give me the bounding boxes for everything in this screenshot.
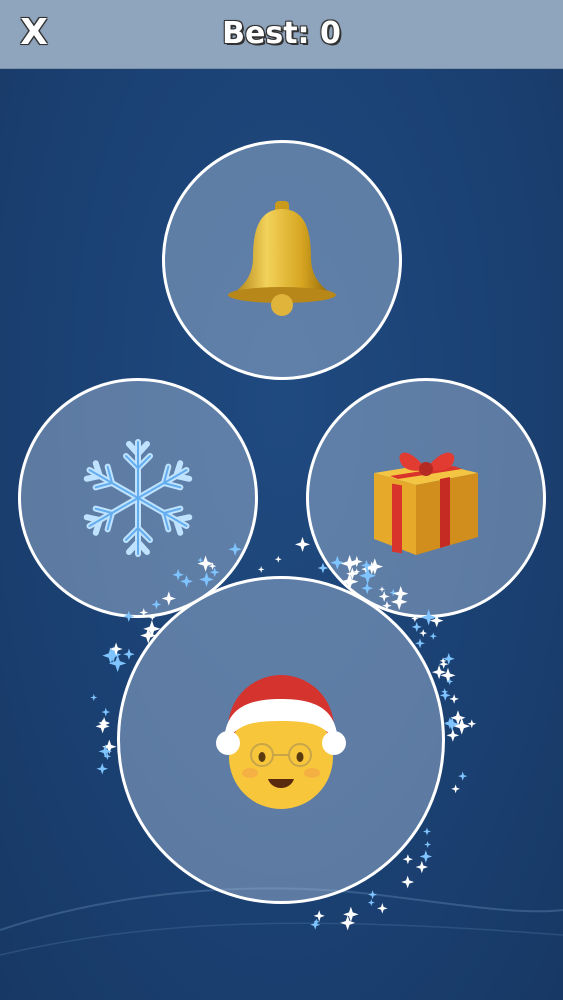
sparkle [458, 771, 468, 781]
sparkle [98, 717, 110, 729]
snowflake-icon [73, 439, 203, 563]
sparkle [90, 694, 98, 702]
best-score: Best: 0 [222, 16, 341, 51]
sparkle [98, 744, 112, 759]
gift-icon [374, 452, 478, 555]
sparkle [109, 642, 123, 656]
sparkle [467, 719, 477, 729]
sparkle [446, 678, 454, 686]
snowflake-bubble[interactable] [18, 378, 258, 618]
sparkle [442, 652, 455, 665]
sparkle [438, 659, 449, 669]
bell-icon [228, 201, 336, 316]
sparkle [451, 784, 461, 794]
sparkle [439, 657, 447, 665]
sparkle [294, 536, 311, 552]
sparkle [431, 665, 447, 680]
sparkle [102, 647, 120, 664]
sparkle [123, 648, 135, 660]
sparkle [101, 707, 111, 717]
sparkle [105, 646, 122, 663]
gift-bubble[interactable] [306, 378, 546, 618]
sparkle [422, 827, 431, 836]
sparkle [443, 717, 456, 730]
sparkle [449, 694, 459, 704]
sparkle [441, 688, 449, 696]
sparkle [439, 689, 451, 701]
sparkle [274, 555, 282, 563]
top-bar: X Best: 0 [0, 0, 563, 69]
sparkle [103, 752, 112, 761]
sparkle [450, 710, 466, 726]
sparkle [108, 654, 127, 673]
sparkle [257, 566, 265, 573]
sparkle [419, 629, 428, 638]
sparkle [144, 630, 152, 638]
sparkle [424, 841, 432, 849]
sparkle [440, 667, 456, 683]
sparkle [453, 717, 471, 735]
mrs-claus-bubble[interactable] [117, 576, 445, 904]
mrs-claus-icon [216, 675, 346, 809]
sparkle [96, 763, 109, 775]
bell-bubble[interactable] [162, 140, 402, 380]
sparkle [445, 717, 460, 732]
sparkle [429, 632, 438, 640]
sparkle [95, 719, 110, 734]
sparkle [99, 718, 110, 729]
sparkle [411, 621, 422, 632]
sparkle [446, 728, 460, 742]
sparkle [102, 739, 117, 754]
